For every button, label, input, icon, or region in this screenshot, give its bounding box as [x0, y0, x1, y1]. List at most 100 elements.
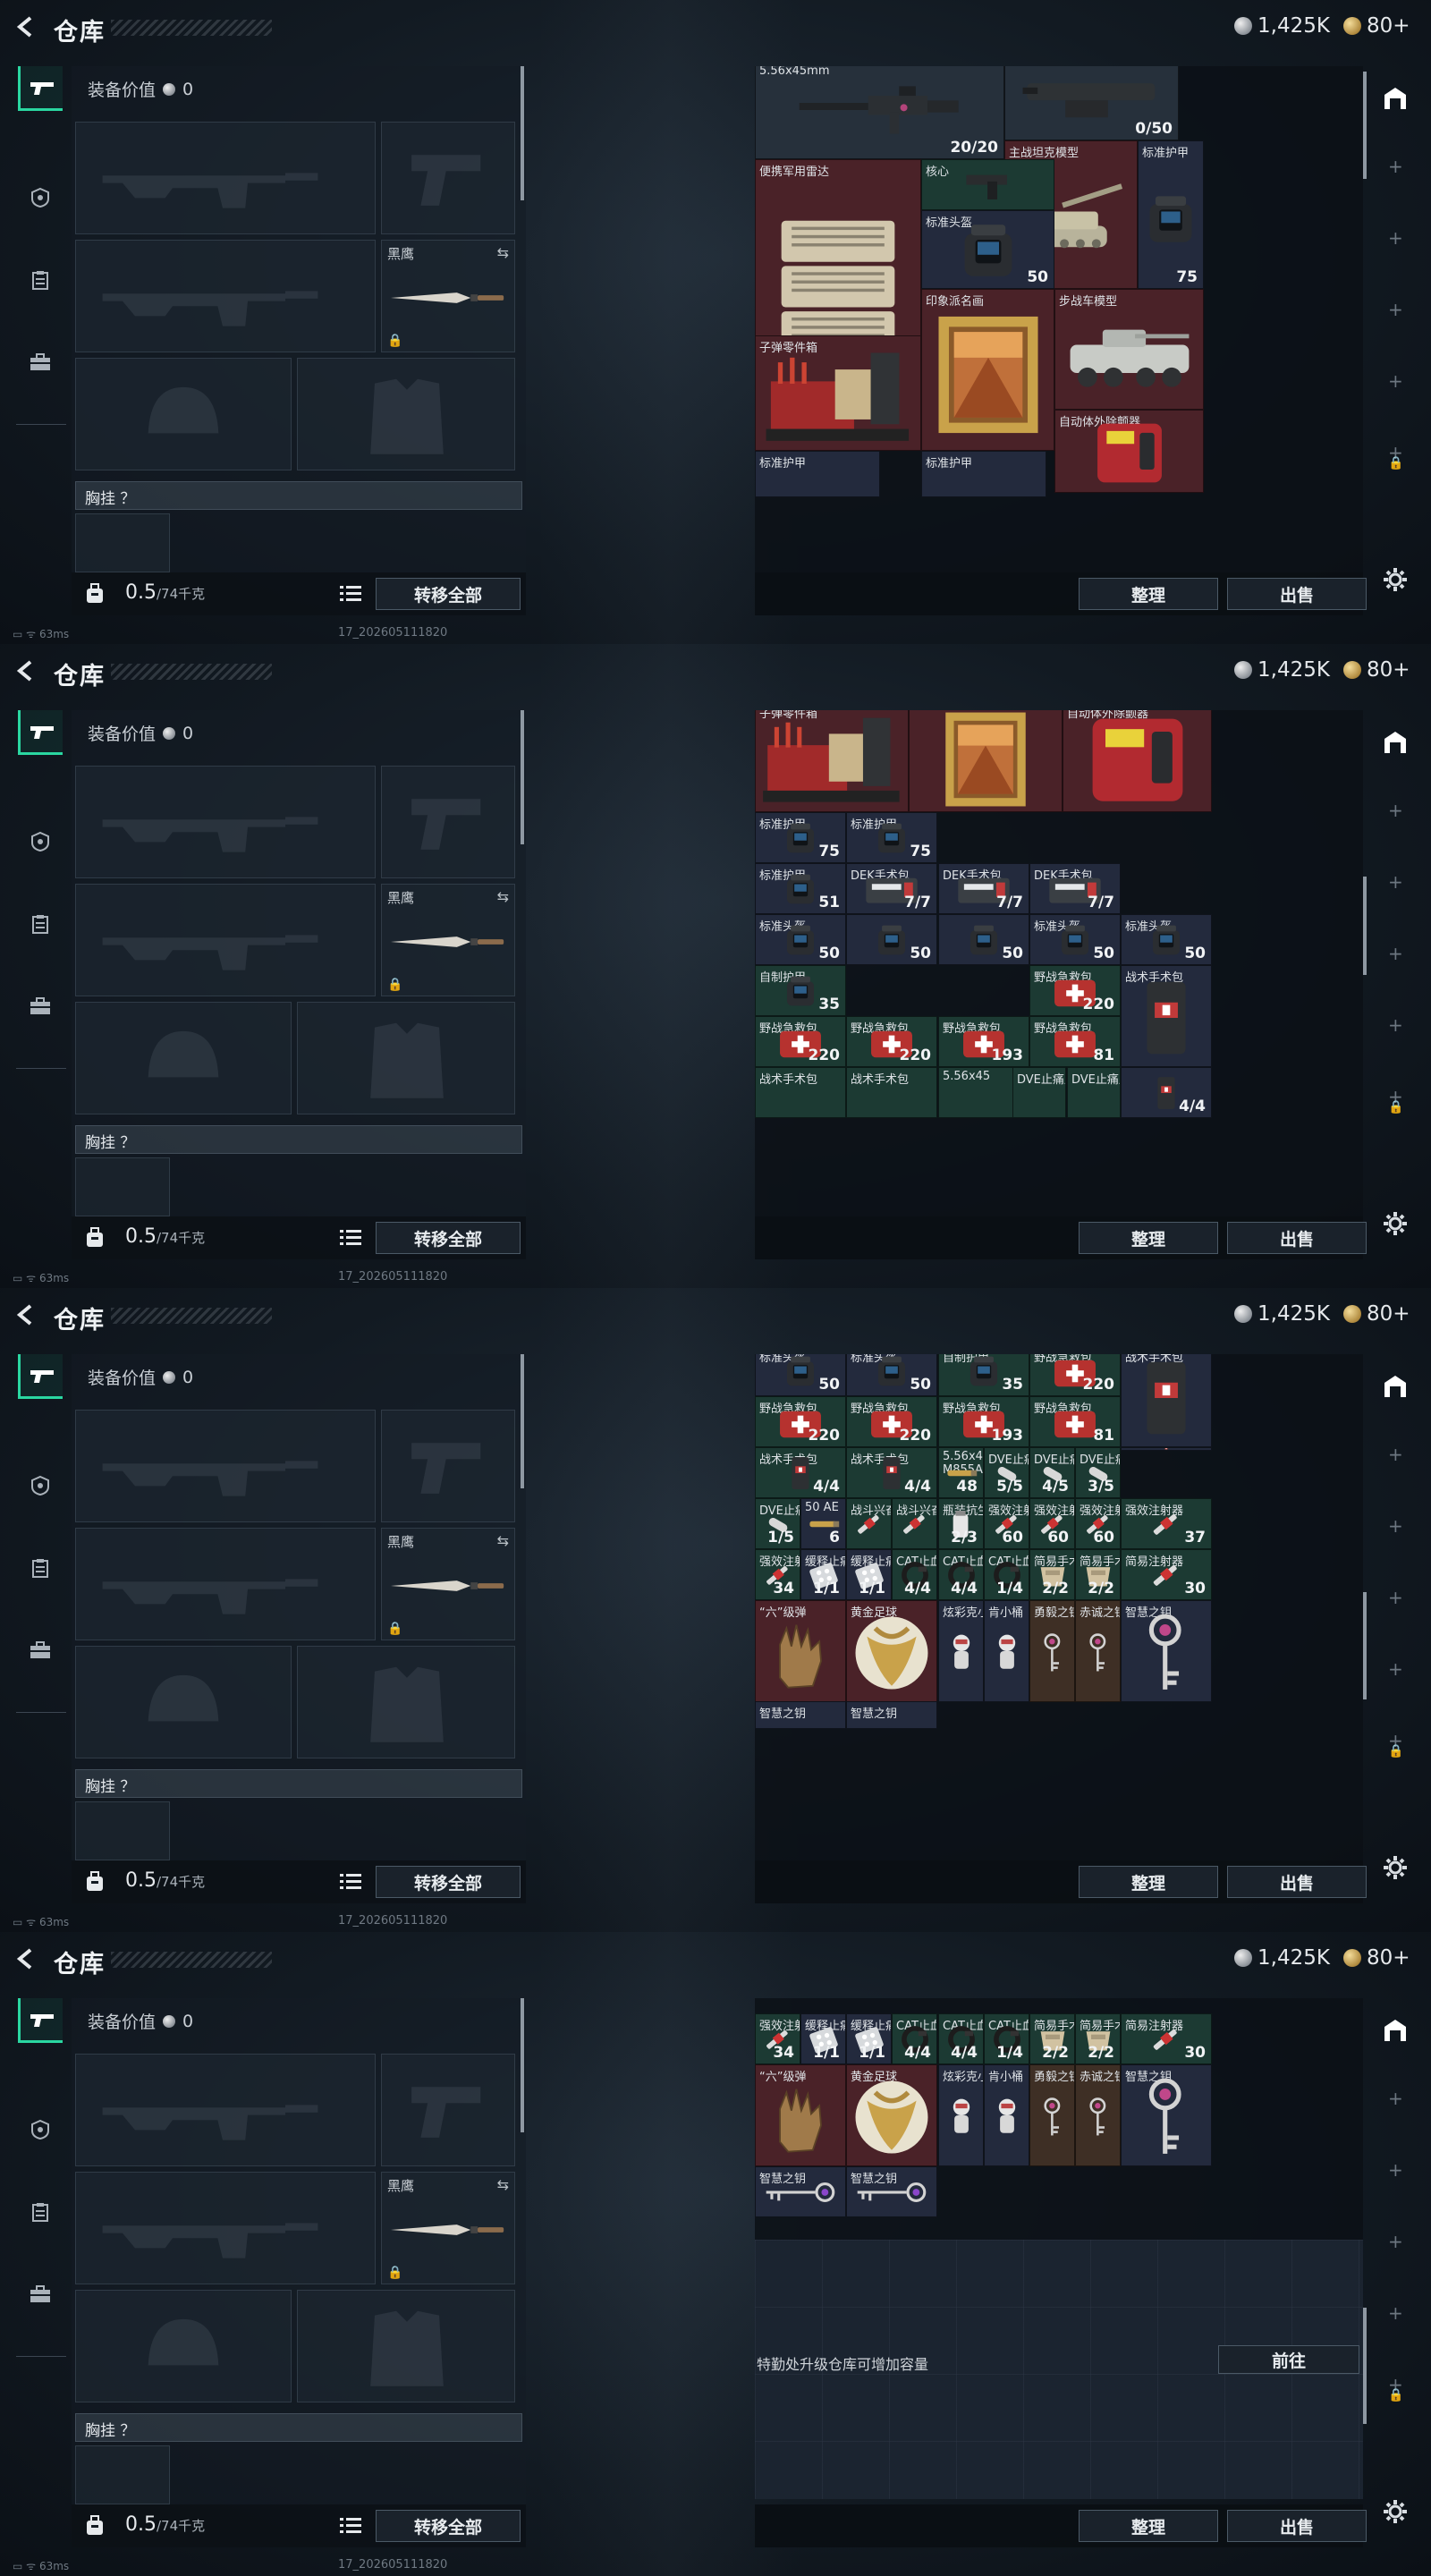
melee-slot[interactable]: 黑鹰 ⇆ 🔒: [381, 2172, 515, 2284]
stash-item[interactable]: 赤诚之钥: [1075, 2064, 1121, 2166]
stash-item[interactable]: 强效注射器34: [755, 1549, 800, 1600]
stash-item[interactable]: DEK手术包 7/7: [938, 863, 1029, 914]
add-stash-tab-icon[interactable]: +: [1388, 1515, 1403, 1537]
add-stash-tab-icon[interactable]: +: [1388, 1444, 1403, 1465]
stash-item[interactable]: 标准头盔 50: [755, 914, 846, 965]
gear-icon[interactable]: [1383, 1211, 1408, 1236]
stash-item[interactable]: 野战急救包 220: [755, 1396, 846, 1447]
pistol-slot[interactable]: [381, 1410, 515, 1522]
stash-scrollbar[interactable]: [1363, 72, 1367, 179]
nav-supplies[interactable]: [18, 1546, 63, 1590]
stash-item[interactable]: 强效注射器 37: [1121, 1498, 1212, 1549]
add-stash-tab-icon[interactable]: +: [1388, 943, 1403, 964]
stash-item[interactable]: [909, 710, 1063, 812]
stash-item[interactable]: CAT止血带4/4: [892, 1549, 937, 1600]
chest-rig-header[interactable]: 胸挂 ？: [75, 481, 522, 510]
add-stash-tab-icon[interactable]: +: [1388, 2302, 1403, 2324]
stash-item[interactable]: 子弹零件箱: [755, 710, 909, 812]
stash-item[interactable]: 战术手术包: [1121, 965, 1212, 1067]
stash-item[interactable]: M16A4 5.56x45mm30/3020/20: [755, 66, 1004, 159]
stash-item[interactable]: 印象派名画: [921, 289, 1054, 451]
stash-item[interactable]: 强效注射器60: [1075, 1498, 1121, 1549]
sort-button[interactable]: 整理: [1079, 1866, 1218, 1898]
stash-item[interactable]: 强效注射器34: [755, 2013, 800, 2064]
melee-slot[interactable]: 黑鹰 ⇆ 🔒: [381, 1528, 515, 1640]
add-stash-tab-icon[interactable]: +: [1388, 1014, 1403, 1036]
stash-item[interactable]: 标准头盔 50: [1121, 914, 1212, 965]
pistol-slot[interactable]: [381, 122, 515, 234]
stash-item[interactable]: 智慧之钥: [755, 2166, 846, 2217]
loadout-scrollbar[interactable]: [521, 1354, 524, 1488]
helmet-slot[interactable]: [75, 2290, 292, 2402]
stash-item[interactable]: 标准头盔 50: [921, 210, 1054, 289]
stash-item[interactable]: 标准头盔 50: [846, 1354, 937, 1396]
stash-item[interactable]: 标准护甲 75: [1138, 140, 1204, 289]
nav-weapons[interactable]: [18, 1998, 63, 2043]
pistol-slot[interactable]: [381, 2054, 515, 2166]
primary-weapon-slot[interactable]: [75, 122, 376, 234]
add-stash-tab-icon[interactable]: +: [1388, 2088, 1403, 2109]
nav-armor[interactable]: [18, 175, 63, 220]
back-icon[interactable]: [14, 658, 38, 683]
stash-item[interactable]: 自动体外除颤器: [1054, 410, 1204, 493]
chest-rig-header[interactable]: 胸挂 ？: [75, 1125, 522, 1154]
stash-item[interactable]: 炫彩克小猫: [938, 2064, 984, 2166]
pistol-slot[interactable]: [381, 766, 515, 878]
loadout-scrollbar[interactable]: [521, 66, 524, 200]
nav-weapons[interactable]: [18, 1354, 63, 1399]
stash-item[interactable]: 野战急救包 193: [938, 1396, 1029, 1447]
stash-item[interactable]: 战术手术包: [755, 1067, 846, 1118]
gear-icon[interactable]: [1383, 2499, 1408, 2524]
stash-item[interactable]: 野战急救包 220: [1029, 965, 1121, 1016]
nav-briefcase[interactable]: [18, 2272, 63, 2317]
armor-slot[interactable]: [297, 2290, 515, 2402]
loadout-scrollbar[interactable]: [521, 710, 524, 844]
stash-item[interactable]: 智慧之钥: [846, 2166, 937, 2217]
back-icon[interactable]: [14, 1302, 38, 1327]
stash-item[interactable]: 战斗兴奋剂: [846, 1498, 892, 1549]
secondary-weapon-slot[interactable]: [75, 884, 376, 996]
stash-item[interactable]: 标准护甲: [921, 451, 1046, 497]
stash-item[interactable]: 缓释止痛片1/1: [800, 1549, 846, 1600]
stash-item[interactable]: 5.56x45 M855A148: [938, 1447, 984, 1498]
transfer-all-button[interactable]: 转移全部: [376, 578, 521, 610]
gold-currency[interactable]: 80+: [1343, 1946, 1410, 1970]
chest-rig-slot[interactable]: [75, 2445, 170, 2504]
primary-weapon-slot[interactable]: [75, 1410, 376, 1522]
sort-button[interactable]: 整理: [1079, 578, 1218, 610]
add-stash-tab-icon[interactable]: +: [1388, 2231, 1403, 2252]
stash-item[interactable]: 野战急救包 220: [1029, 1354, 1121, 1396]
secondary-weapon-slot[interactable]: [75, 240, 376, 352]
stash-item[interactable]: CAT止血带4/4: [938, 1549, 984, 1600]
melee-slot[interactable]: 黑鹰 ⇆ 🔒: [381, 240, 515, 352]
stash-item[interactable]: 瓶装抗生素2/3: [938, 1498, 984, 1549]
stash-item[interactable]: 50: [938, 914, 1029, 965]
stash-tab-main[interactable]: [1381, 1372, 1410, 1401]
stash-item[interactable]: DVE止痛片3/5: [1075, 1447, 1121, 1498]
sell-button[interactable]: 出售: [1227, 1222, 1367, 1254]
go-upgrade-button[interactable]: 前往: [1218, 2345, 1359, 2374]
nav-supplies[interactable]: [18, 258, 63, 302]
stash-item[interactable]: 自动体外除颤器: [1063, 710, 1212, 812]
stash-item[interactable]: 战斗兴奋剂: [892, 1498, 937, 1549]
stash-item[interactable]: 战术手术包: [1121, 1354, 1212, 1447]
transfer-all-button[interactable]: 转移全部: [376, 1222, 521, 1254]
stash-item[interactable]: 野战急救包 220: [846, 1396, 937, 1447]
stash-item[interactable]: 简易手术包2/2: [1075, 2013, 1121, 2064]
nav-weapons[interactable]: [18, 710, 63, 755]
swap-icon[interactable]: ⇆: [497, 244, 509, 261]
stash-item[interactable]: 野战急救包 81: [1029, 1396, 1121, 1447]
stash-item[interactable]: 自制护甲 35: [938, 1354, 1029, 1396]
stash-item[interactable]: 简易手术包2/2: [1029, 1549, 1075, 1600]
stash-item[interactable]: “六”级弹: [755, 1600, 846, 1702]
stash-item[interactable]: 野战急救包 220: [755, 1016, 846, 1067]
helmet-slot[interactable]: [75, 1646, 292, 1758]
stash-item[interactable]: 5.56x45: [938, 1067, 1013, 1118]
sort-button[interactable]: 整理: [1079, 2510, 1218, 2542]
stash-item[interactable]: 缓释止痛片1/1: [846, 2013, 892, 2064]
back-icon[interactable]: [14, 14, 38, 39]
stash-item[interactable]: 野战急救包 193: [938, 1016, 1029, 1067]
stash-item[interactable]: 0/50: [1004, 66, 1179, 140]
nav-armor[interactable]: [18, 1463, 63, 1508]
nav-weapons[interactable]: [18, 66, 63, 111]
